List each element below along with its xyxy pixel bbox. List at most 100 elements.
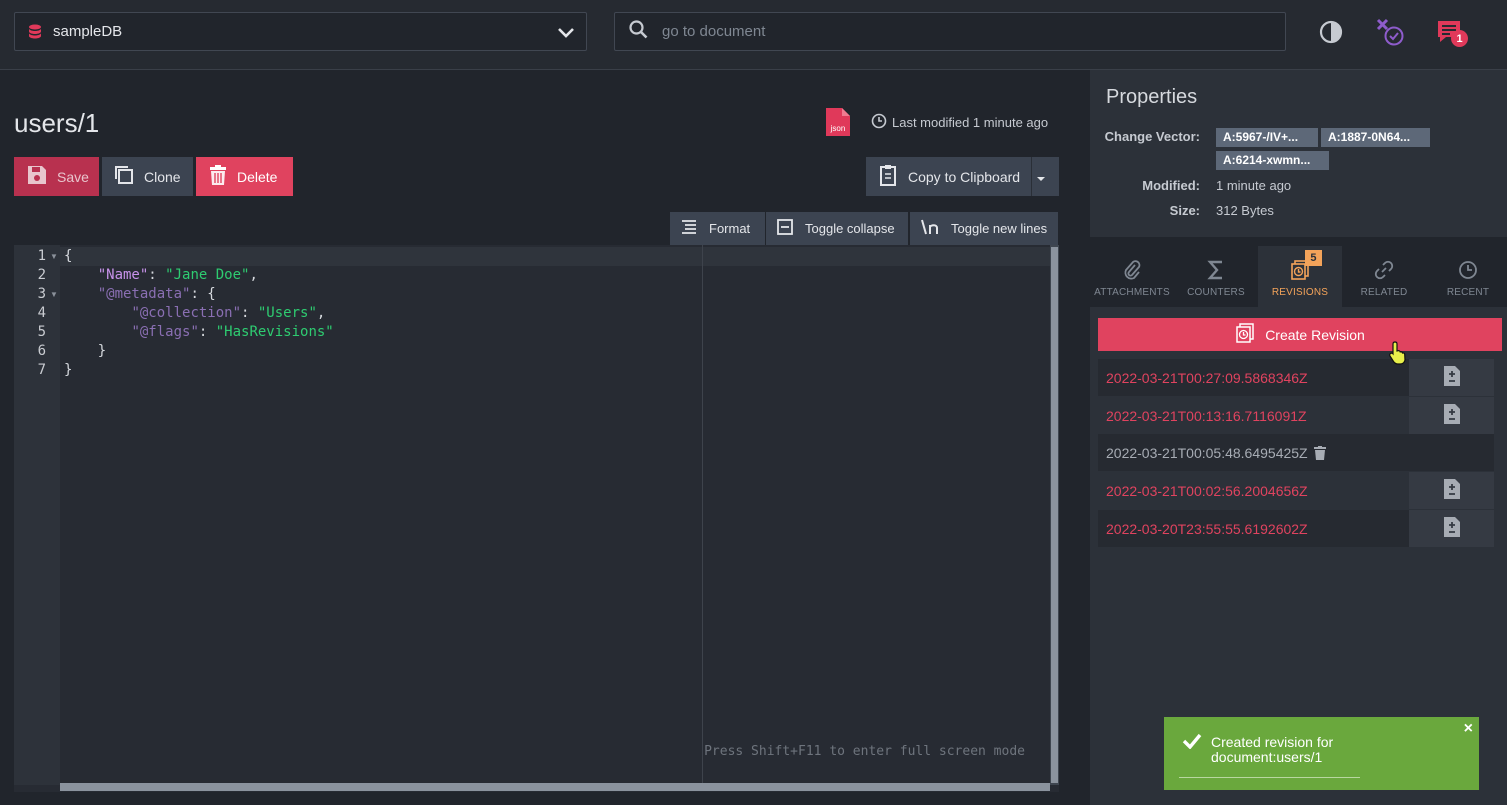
- search-icon: [629, 19, 648, 44]
- tab-counters[interactable]: COUNTERS: [1174, 246, 1258, 307]
- json-file-icon[interactable]: json: [826, 108, 850, 141]
- hand-cursor-icon: [1388, 340, 1410, 371]
- tab-label: REVISIONS: [1271, 287, 1329, 298]
- revision-row[interactable]: 2022-03-21T00:13:16.7116091Z: [1098, 397, 1494, 434]
- tab-label: RELATED: [1360, 287, 1408, 298]
- toast-progress-bar: [1179, 777, 1360, 778]
- toggle-collapse-label: Toggle collapse: [805, 221, 895, 236]
- svg-text:json: json: [830, 124, 846, 133]
- copy-to-clipboard-button[interactable]: Copy to Clipboard: [866, 157, 1031, 196]
- revision-timestamp[interactable]: 2022-03-21T00:13:16.7116091Z: [1106, 408, 1307, 424]
- fullscreen-hint: Press Shift+F11 to enter full screen mod…: [704, 744, 1025, 759]
- json-editor[interactable]: 1 ▼ 2 3 ▼ 4 5 6 7 { "Name": "Jane Doe", …: [14, 245, 1059, 792]
- properties-title: Properties: [1106, 86, 1198, 108]
- revision-timestamp[interactable]: 2022-03-21T00:05:48.6495425Z: [1106, 445, 1308, 461]
- code-area[interactable]: { "Name": "Jane Doe", "@metadata": { "@c…: [60, 245, 1050, 785]
- delete-label: Delete: [237, 168, 278, 185]
- tab-label: COUNTERS: [1187, 287, 1245, 298]
- revision-timestamp[interactable]: 2022-03-21T00:02:56.2004656Z: [1106, 483, 1308, 499]
- diff-icon: [1443, 365, 1461, 390]
- change-vector-label: Change Vector:: [1104, 129, 1200, 144]
- compare-revision-button[interactable]: [1409, 359, 1494, 396]
- document-tabs: ATTACHMENTS COUNTERS REVISIONS 5 RELATED…: [1090, 246, 1507, 307]
- change-vector-tag[interactable]: A:5967-/IV+...: [1216, 128, 1318, 147]
- create-revision-button[interactable]: Create Revision: [1098, 318, 1502, 351]
- last-modified-info: Last modified 1 minute ago: [871, 113, 1048, 132]
- toggle-collapse-button[interactable]: Toggle collapse: [766, 212, 908, 245]
- last-modified-text: Last modified 1 minute ago: [892, 115, 1049, 130]
- collapse-icon: [777, 219, 805, 238]
- check-icon: [1182, 733, 1202, 754]
- change-vector-tag[interactable]: A:6214-xwmn...: [1216, 151, 1329, 170]
- line-number: 7: [37, 362, 46, 378]
- tab-related[interactable]: RELATED: [1342, 246, 1426, 307]
- fold-arrow-icon[interactable]: ▼: [50, 290, 58, 299]
- paperclip-icon: [1123, 260, 1141, 287]
- clipboard-icon: [878, 164, 908, 189]
- print-margin: [702, 245, 703, 785]
- line-number: 5: [37, 324, 46, 340]
- format-button[interactable]: Format: [670, 212, 765, 245]
- caret-down-icon: [1036, 169, 1056, 185]
- code-line: "@metadata": {: [97, 286, 216, 302]
- revision-timestamp[interactable]: 2022-03-20T23:55:55.6192602Z: [1106, 521, 1308, 537]
- revision-row[interactable]: 2022-03-21T00:27:09.5868346Z: [1098, 359, 1494, 396]
- clone-button[interactable]: Clone: [102, 157, 193, 196]
- close-icon[interactable]: ×: [1464, 720, 1473, 738]
- code-line: }: [64, 343, 107, 359]
- clock-icon: [1458, 260, 1478, 287]
- trash-icon: [209, 165, 237, 188]
- code-line: "@flags": "HasRevisions": [131, 324, 334, 340]
- diff-icon: [1443, 403, 1461, 428]
- properties-panel: Properties Change Vector: A:5967-/IV+...…: [1090, 70, 1507, 237]
- theme-toggle-icon[interactable]: [1315, 16, 1347, 48]
- revision-row[interactable]: 2022-03-20T23:55:55.6192602Z: [1098, 510, 1494, 547]
- tab-attachments[interactable]: ATTACHMENTS: [1090, 246, 1174, 307]
- compare-revision-button[interactable]: [1409, 397, 1494, 434]
- search-input[interactable]: [662, 23, 1222, 40]
- modified-value: 1 minute ago: [1216, 178, 1292, 193]
- create-revision-label: Create Revision: [1265, 326, 1365, 343]
- newline-icon: [921, 219, 951, 238]
- go-to-document-search[interactable]: [614, 12, 1286, 51]
- database-name: sampleDB: [53, 23, 123, 40]
- ongoing-tasks-icon[interactable]: [1374, 16, 1406, 48]
- save-button[interactable]: Save: [14, 157, 99, 196]
- revision-row[interactable]: 2022-03-21T00:02:56.2004656Z: [1098, 472, 1494, 509]
- vertical-scrollbar-thumb[interactable]: [1051, 247, 1058, 783]
- editor-gutter: 1 ▼ 2 3 ▼ 4 5 6 7: [14, 245, 60, 785]
- line-number: 6: [37, 343, 46, 359]
- toggle-new-lines-label: Toggle new lines: [951, 221, 1048, 236]
- code-line: "Name": "Jane Doe",: [97, 267, 258, 283]
- success-toast: Created revision for document:users/1 ×: [1164, 717, 1479, 790]
- clone-icon: [114, 165, 144, 188]
- revision-row[interactable]: 2022-03-21T00:05:48.6495425Z: [1098, 434, 1494, 471]
- database-selector[interactable]: sampleDB: [14, 12, 587, 51]
- link-icon: [1374, 260, 1394, 287]
- change-vector-tag[interactable]: A:1887-0N64...: [1321, 128, 1430, 147]
- horizontal-scrollbar[interactable]: [60, 783, 1050, 791]
- clone-label: Clone: [144, 168, 181, 185]
- clock-icon: [871, 113, 887, 132]
- tab-label: ATTACHMENTS: [1094, 287, 1170, 298]
- diff-icon: [1443, 516, 1461, 541]
- code-line: {: [64, 248, 73, 264]
- delete-button[interactable]: Delete: [196, 157, 293, 196]
- revisions-count-badge: 5: [1305, 250, 1322, 266]
- save-label: Save: [57, 168, 89, 185]
- copy-options-dropdown[interactable]: [1031, 157, 1059, 196]
- tab-recent[interactable]: RECENT: [1426, 246, 1507, 307]
- revision-timestamp[interactable]: 2022-03-21T00:27:09.5868346Z: [1106, 370, 1308, 386]
- fold-arrow-icon[interactable]: ▼: [50, 252, 58, 261]
- toggle-new-lines-button[interactable]: Toggle new lines: [910, 212, 1058, 245]
- database-icon: [29, 24, 41, 39]
- format-icon: [681, 219, 709, 238]
- notification-center-icon[interactable]: 1: [1434, 16, 1468, 48]
- format-label: Format: [709, 221, 751, 236]
- tab-label: RECENT: [1446, 287, 1490, 298]
- tab-revisions[interactable]: REVISIONS 5: [1258, 246, 1342, 307]
- compare-revision-button[interactable]: [1409, 472, 1494, 509]
- code-line: }: [64, 362, 73, 378]
- compare-revision-button[interactable]: [1409, 510, 1494, 547]
- chevron-down-icon[interactable]: [556, 22, 576, 47]
